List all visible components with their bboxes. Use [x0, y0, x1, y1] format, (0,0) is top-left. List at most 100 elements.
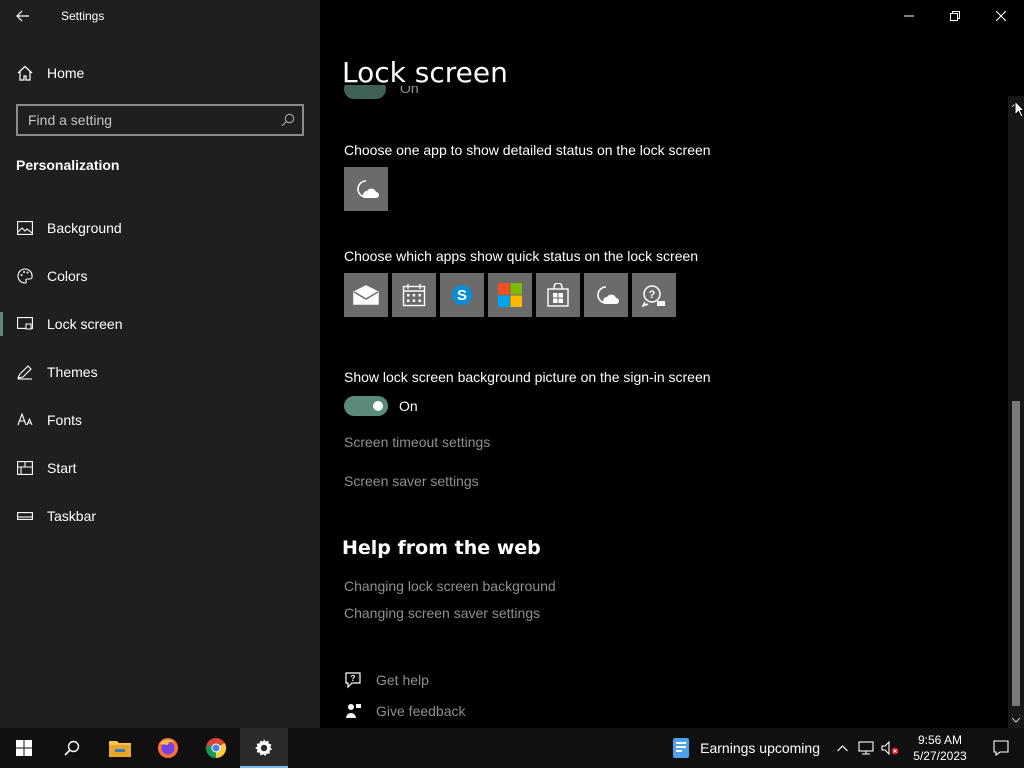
partially-visible-toggle[interactable] — [344, 85, 386, 101]
settings-icon — [255, 739, 272, 756]
search-box[interactable] — [16, 104, 304, 136]
weather-icon — [597, 286, 619, 304]
main-content: Lock screen On Choose one app to show de… — [320, 0, 1024, 728]
sidebar-item-fonts[interactable]: Fonts — [0, 396, 320, 444]
quick-status-mail-button[interactable] — [344, 273, 388, 317]
toggle-knob — [373, 401, 383, 411]
file-explorer-icon — [109, 741, 131, 757]
give-feedback-row[interactable]: Give feedback — [344, 702, 466, 720]
brush-icon — [16, 363, 34, 381]
sidebar-item-themes[interactable]: Themes — [0, 348, 320, 396]
volume-button[interactable] — [878, 728, 902, 768]
scrollbar[interactable] — [1008, 96, 1024, 728]
get-help-row[interactable]: ? Get help — [344, 671, 429, 689]
window-title: Settings — [61, 9, 105, 23]
chevron-up-icon — [836, 744, 848, 751]
back-button[interactable] — [0, 0, 46, 32]
font-icon — [16, 411, 34, 429]
detailed-status-app-button[interactable] — [344, 167, 388, 211]
close-icon — [996, 11, 1006, 21]
home-icon — [16, 64, 34, 82]
help-section-title: Help from the web — [342, 537, 541, 559]
svg-text:?: ? — [649, 289, 656, 301]
quick-status-feedback-button[interactable]: ? — [632, 273, 676, 317]
firefox-button[interactable] — [144, 728, 192, 768]
start-icon — [16, 459, 34, 477]
svg-text:S: S — [457, 287, 467, 304]
mouse-cursor-icon — [1014, 100, 1024, 118]
news-weather-widget[interactable]: Earnings upcoming — [662, 728, 830, 768]
sidebar-item-taskbar[interactable]: Taskbar — [0, 492, 320, 540]
chevron-down-icon — [1012, 717, 1020, 723]
volume-muted-icon — [881, 741, 899, 755]
give-feedback-icon — [344, 702, 362, 720]
sidebar-item-colors[interactable]: Colors — [0, 252, 320, 300]
detailed-status-label: Choose one app to show detailed status o… — [344, 142, 711, 158]
clock-date: 5/27/2023 — [913, 749, 967, 763]
windows-start-icon — [16, 740, 32, 756]
scroll-thumb[interactable] — [1012, 401, 1020, 706]
quick-status-skype-button[interactable]: S — [440, 273, 484, 317]
search-input[interactable] — [18, 106, 274, 134]
quick-status-store-button[interactable] — [536, 273, 580, 317]
system-tray: Earnings upcoming 9:56 AM 5/27/2023 — [662, 728, 1024, 768]
news-weather-text: Earnings upcoming — [700, 740, 820, 756]
signin-bg-toggle-state: On — [399, 398, 418, 414]
home-label: Home — [47, 65, 85, 81]
network-icon — [858, 741, 874, 755]
chrome-icon — [206, 738, 227, 759]
screen-saver-link[interactable]: Screen saver settings — [344, 473, 479, 489]
sidebar-item-background[interactable]: Background — [0, 204, 320, 252]
chrome-button[interactable] — [192, 728, 240, 768]
taskbar: Earnings upcoming 9:56 AM 5/27/2023 — [0, 728, 1024, 768]
palette-icon — [16, 267, 34, 285]
taskbar-search-button[interactable] — [48, 728, 96, 768]
sidebar-home[interactable]: Home — [0, 56, 320, 90]
sidebar-item-label: Lock screen — [47, 316, 123, 332]
firefox-icon — [158, 738, 178, 758]
section-title: Personalization — [16, 157, 120, 173]
network-button[interactable] — [854, 728, 878, 768]
get-help-icon: ? — [344, 671, 362, 689]
show-hidden-icons-button[interactable] — [830, 728, 854, 768]
weather-icon — [357, 180, 379, 198]
window-controls — [886, 0, 1024, 32]
quick-status-calendar-button[interactable] — [392, 273, 436, 317]
taskbar-icon — [16, 507, 34, 525]
mail-icon — [353, 285, 379, 305]
back-arrow-icon — [16, 10, 29, 22]
start-button[interactable] — [0, 728, 48, 768]
partially-visible-toggle-state: On — [400, 86, 420, 96]
lock-screen-icon — [16, 315, 34, 333]
clock[interactable]: 9:56 AM 5/27/2023 — [902, 732, 978, 764]
help-link-lock-screen-background[interactable]: Changing lock screen background — [344, 578, 556, 594]
get-help-label: Get help — [376, 672, 429, 688]
search-icon — [64, 740, 80, 756]
sidebar-item-label: Taskbar — [47, 508, 97, 524]
title-bar: Settings — [0, 0, 320, 32]
search-icon[interactable] — [274, 106, 302, 134]
notification-center-button[interactable] — [978, 728, 1024, 768]
sidebar-item-lock-screen[interactable]: Lock screen — [0, 300, 320, 348]
quick-status-microsoft-store-button[interactable] — [488, 273, 532, 317]
screen-timeout-link[interactable]: Screen timeout settings — [344, 434, 490, 450]
restore-button[interactable] — [932, 0, 978, 32]
skype-icon: S — [452, 285, 472, 305]
calendar-icon — [402, 284, 426, 307]
sidebar-item-label: Colors — [47, 268, 88, 284]
scroll-down-button[interactable] — [1008, 712, 1024, 728]
sidebar-item-label: Background — [47, 220, 122, 236]
sidebar-item-start[interactable]: Start — [0, 444, 320, 492]
minimize-button[interactable] — [886, 0, 932, 32]
file-explorer-button[interactable] — [96, 728, 144, 768]
restore-icon — [950, 11, 960, 21]
microsoft-store-icon — [498, 283, 522, 307]
give-feedback-label: Give feedback — [376, 703, 466, 719]
help-link-screen-saver[interactable]: Changing screen saver settings — [344, 605, 540, 621]
settings-taskbar-button[interactable] — [240, 728, 288, 768]
signin-bg-label: Show lock screen background picture on t… — [344, 369, 711, 385]
signin-bg-toggle[interactable] — [344, 396, 388, 416]
close-button[interactable] — [978, 0, 1024, 32]
image-icon — [16, 219, 34, 237]
quick-status-weather-button[interactable] — [584, 273, 628, 317]
